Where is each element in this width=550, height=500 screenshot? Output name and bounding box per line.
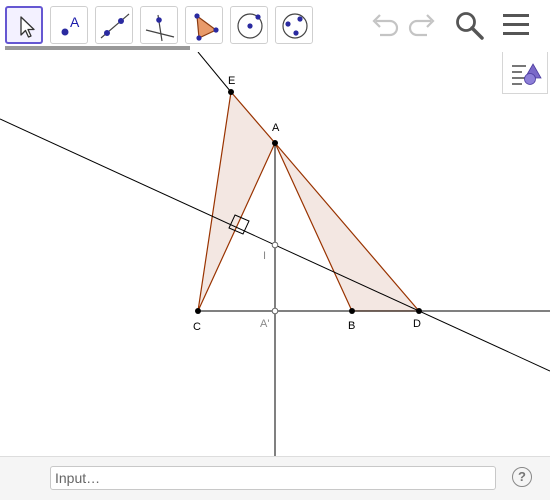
label-d: D [413,318,421,330]
circle-with-center-tool-button[interactable] [230,6,268,44]
point-c[interactable] [195,308,201,314]
search-icon[interactable] [452,8,486,42]
help-button[interactable]: ? [512,467,532,487]
label-a-prime: A' [260,318,269,330]
toolbar: A [0,0,550,52]
circle-three-points-tool-button[interactable] [275,6,313,44]
perpendicular-line-tool-button[interactable] [140,6,178,44]
point-tool-glyph: A [70,14,80,30]
undo-icon[interactable] [368,8,402,42]
circle-three-points-icon [282,13,308,39]
label-b: B [348,320,355,332]
point-a[interactable] [272,140,278,146]
point-b[interactable] [349,308,355,314]
toolbar-scroll-indicator [5,46,190,50]
point-d[interactable] [416,308,422,314]
polygon-tool-button[interactable] [185,6,223,44]
perpendicular-line-icon [145,14,175,42]
algebra-input-field[interactable] [50,466,496,490]
point-icon: A [61,14,80,36]
move-tool-button[interactable] [5,6,43,44]
label-a: A [272,122,280,134]
point-tool-button[interactable]: A [50,6,88,44]
graphics-view[interactable]: E A I C A' B D [0,52,550,456]
triangle-adb[interactable] [274,142,421,312]
menu-icon[interactable] [500,8,534,42]
label-i: I [263,250,266,262]
triangle-ace[interactable] [197,90,276,312]
input-bar: ? [0,456,550,500]
label-c: C [193,321,201,333]
line-ea-extension[interactable] [197,52,232,93]
point-e[interactable] [228,89,234,95]
style-bar-toggle-button[interactable] [502,52,548,94]
line-through-points-icon [100,13,130,39]
line-tool-button[interactable] [95,6,133,44]
circle-center-point-icon [237,13,263,39]
style-bar-icon [512,63,542,85]
polygon-icon [194,13,219,41]
point-i[interactable] [271,241,279,249]
cursor-arrow-icon [20,16,35,38]
redo-icon[interactable] [405,8,439,42]
point-a-prime[interactable] [271,307,279,315]
label-e: E [228,75,235,87]
